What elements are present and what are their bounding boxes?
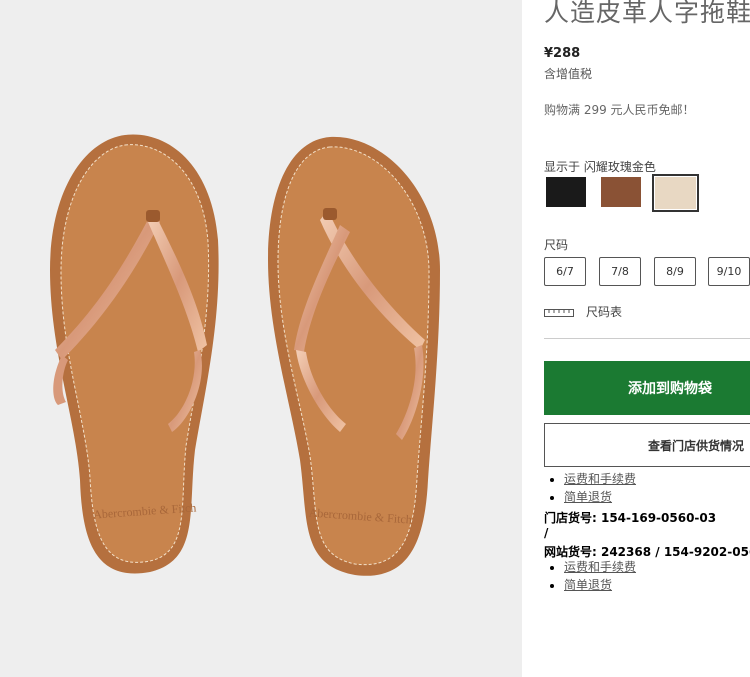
list-item: 运费和手续费: [564, 470, 636, 488]
easy-returns-link[interactable]: 简单退货: [564, 578, 612, 592]
sku-separator: /: [544, 526, 549, 540]
free-shipping-note: 购物满 299 元人民币免邮！: [544, 103, 695, 117]
product-title: 人造皮革人字拖鞋: [544, 0, 750, 27]
size-option-6-7[interactable]: 6/7: [544, 257, 586, 286]
size-chart-link[interactable]: 尺码表: [544, 303, 622, 320]
policy-links-top: 运费和手续费 简单退货: [544, 470, 636, 506]
sandals-illustration: Abercrombie & Fitch Abercrombie & Fitch: [50, 134, 440, 576]
tax-note: 含增值税: [544, 67, 593, 81]
product-details-panel: 人造皮革人字拖鞋 ¥288 含增值税 购物满 299 元人民币免邮！ 显示于 闪…: [522, 0, 750, 677]
product-image: Abercrombie & Fitch Abercrombie & Fitch: [0, 0, 522, 677]
size-option-7-8[interactable]: 7/8: [599, 257, 641, 286]
store-sku: 门店货号: 154-169-0560-03: [544, 511, 717, 525]
shipping-fees-link[interactable]: 运费和手续费: [564, 472, 636, 486]
color-swatch-rose-gold[interactable]: [655, 177, 696, 209]
shipping-fees-link[interactable]: 运费和手续费: [564, 560, 636, 574]
size-chart-label: 尺码表: [586, 305, 623, 319]
divider: [544, 338, 750, 339]
color-label: 显示于 闪耀玫瑰金色: [544, 160, 656, 174]
size-label: 尺码: [544, 238, 569, 252]
add-to-bag-button[interactable]: 添加到购物袋: [544, 361, 750, 415]
easy-returns-link[interactable]: 简单退货: [564, 490, 612, 504]
size-option-9-10[interactable]: 9/10: [708, 257, 750, 286]
product-price: ¥288: [544, 46, 581, 61]
color-swatch-black[interactable]: [546, 177, 586, 207]
policy-links-bottom: 运费和手续费 简单退货: [544, 558, 636, 594]
store-inventory-button[interactable]: 查看门店供货情况: [544, 423, 750, 467]
color-swatch-brown[interactable]: [601, 177, 641, 207]
list-item: 运费和手续费: [564, 558, 636, 576]
list-item: 简单退货: [564, 488, 636, 506]
list-item: 简单退货: [564, 576, 636, 594]
size-option-8-9[interactable]: 8/9: [654, 257, 696, 286]
ruler-icon: [544, 308, 574, 317]
